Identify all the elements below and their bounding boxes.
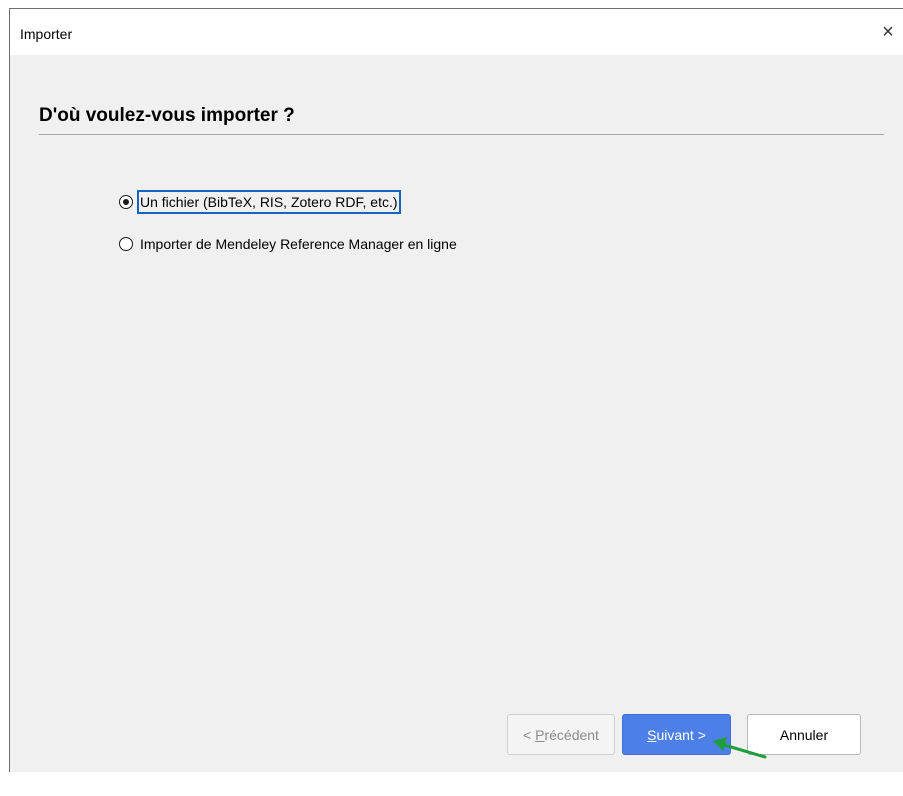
import-dialog: Importer × D'où voulez-vous importer ? U… [9,8,903,772]
radio-button-checked[interactable] [119,195,133,209]
previous-prefix: < [523,726,536,743]
radio-label-file[interactable]: Un fichier (BibTeX, RIS, Zotero RDF, etc… [137,190,401,214]
radio-label-mendeley[interactable]: Importer de Mendeley Reference Manager e… [137,232,460,256]
next-mnemonic: S [647,726,657,743]
close-icon: × [882,20,894,43]
previous-rest: récédent [544,726,599,743]
annotation-arrow-icon [713,737,767,759]
previous-mnemonic: P [535,726,545,743]
radio-option-file[interactable]: Un fichier (BibTeX, RIS, Zotero RDF, etc… [119,190,401,214]
previous-button[interactable]: < Précédent [507,714,615,755]
page-title: D'où voulez-vous importer ? [39,105,295,126]
radio-option-mendeley[interactable]: Importer de Mendeley Reference Manager e… [119,232,460,256]
radio-button-unchecked[interactable] [119,237,133,251]
title-bar: Importer × [10,9,903,55]
window-title: Importer [20,26,73,42]
heading-divider [39,134,884,135]
next-rest: uivant > [656,726,706,743]
close-button[interactable]: × [873,19,903,45]
